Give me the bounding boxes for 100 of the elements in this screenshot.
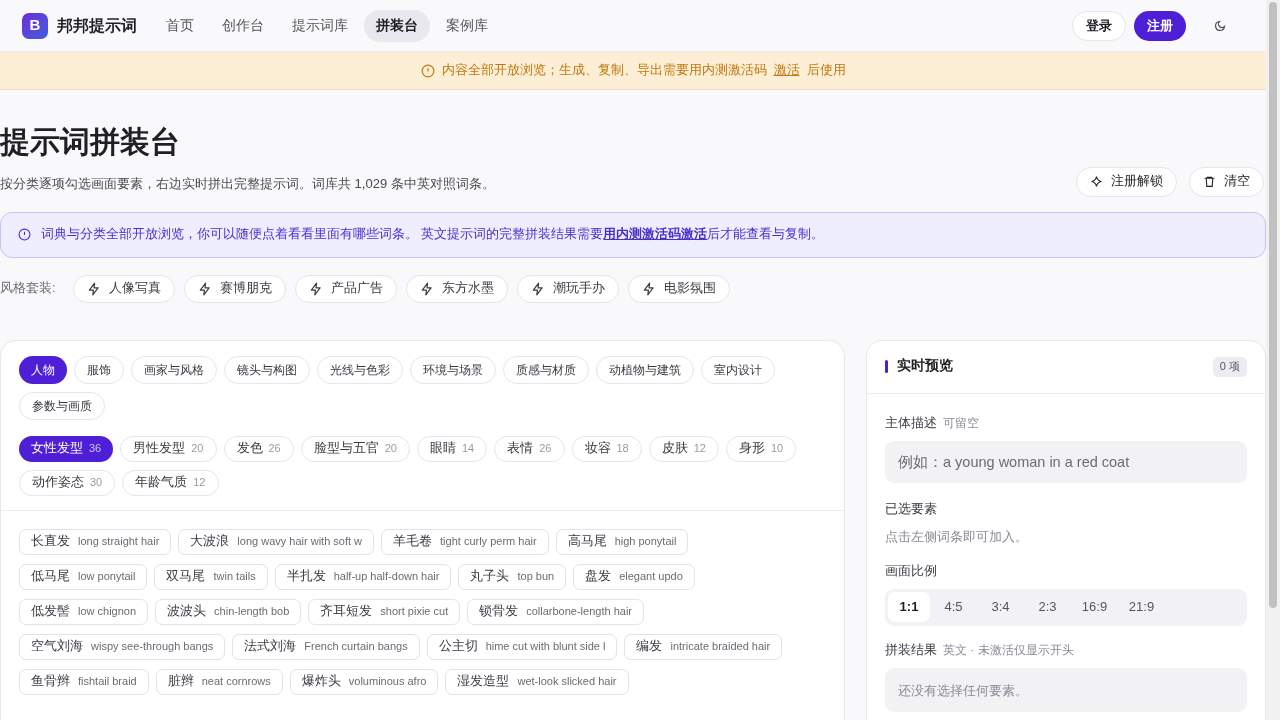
ratio-option[interactable]: 16:9 [1071,592,1118,622]
lightning-icon [309,281,324,296]
term-english: tight curly perm hair [440,534,537,550]
empty-hint: 点击左侧词条即可加入。 [885,529,1029,546]
category-tab[interactable]: 参数与画质 [19,391,105,420]
subcategory-tab[interactable]: 动作姿态 30 [19,469,116,496]
term-english: short pixie cut [380,604,449,620]
subcategory-tab[interactable]: 脸型与五官 20 [300,435,410,462]
count-label: 20 [384,441,397,457]
field-hint: 可留空 [943,414,979,432]
term-chip[interactable]: 羊毛卷 tight curly perm hair [381,528,549,555]
term-chip[interactable]: 锁骨发 collarbone-length hair [467,598,644,625]
category-tab[interactable]: 光线与色彩 [317,355,403,384]
subcategory-tab[interactable]: 年龄气质 12 [122,469,219,496]
login-button[interactable]: 登录 [1072,10,1126,41]
ratio-option[interactable]: 21:9 [1118,592,1165,622]
preset-chip[interactable]: 赛博朋克 [184,274,287,303]
clear-button[interactable]: 清空 [1189,166,1264,197]
preset-chip[interactable]: 人像写真 [73,274,176,303]
subcategory-tab[interactable]: 男性发型 20 [120,435,217,462]
preset-chip[interactable]: 潮玩手办 [517,274,620,303]
ratio-option[interactable]: 3:4 [977,592,1024,622]
term-chip[interactable]: 长直发 long straight hair [19,528,172,555]
moon-icon[interactable] [1214,19,1226,32]
presets-label: 风格套装: [0,280,56,298]
nav-link[interactable]: 首页 [154,9,206,42]
term-chip[interactable]: 双马尾 twin tails [154,563,268,590]
ratio-option[interactable]: 1:1 [888,592,930,622]
category-tab[interactable]: 质感与材质 [503,355,589,384]
category-tab[interactable]: 画家与风格 [131,355,217,384]
unlock-button[interactable]: 注册解锁 [1076,166,1177,197]
term-chip[interactable]: 高马尾 high ponytail [555,528,689,555]
field-label: 主体描述 [885,414,937,432]
ratio-option[interactable]: 2:3 [1024,592,1071,622]
term-english: long straight hair [78,534,160,550]
nav-link[interactable]: 创作台 [210,9,276,42]
term-chip[interactable]: 爆炸头 voluminous afro [289,668,439,695]
category-tab[interactable]: 镜头与构图 [224,355,310,384]
preset-chip[interactable]: 产品广告 [295,274,398,303]
nav-link[interactable]: 提示词库 [280,9,360,42]
nav-link[interactable]: 案例库 [434,9,500,42]
count-label: 12 [693,441,706,457]
term-english: wet-look slicked hair [517,674,617,690]
category-tab[interactable]: 人物 [19,355,67,384]
term-chip[interactable]: 波波头 chin-length bob [155,598,302,625]
term-chip[interactable]: 半扎发 half-up half-down hair [274,563,452,590]
nav-link[interactable]: 拼装台 [364,9,430,42]
term-chip[interactable]: 大波浪 long wavy hair with soft w [178,528,375,555]
subcategory-tab[interactable]: 皮肤 12 [648,435,719,462]
activate-link[interactable]: 用内测激活码激活 [603,227,708,242]
term-chip[interactable]: 公主切 hime cut with blunt side l [426,633,618,660]
ratio-option[interactable]: 4:5 [930,592,977,622]
count-label: 36 [89,441,102,457]
count-label: 26 [539,441,552,457]
category-tab[interactable]: 动植物与建筑 [596,355,694,384]
subcategory-tab[interactable]: 眼睛 14 [417,435,488,462]
term-chip[interactable]: 鱼骨辫 fishtail braid [19,668,149,695]
term-chip[interactable]: 丸子头 top bun [458,563,567,590]
category-tab[interactable]: 服饰 [74,355,124,384]
lightning-icon [642,281,657,296]
term-chip[interactable]: 脏辫 neat cornrows [155,668,283,695]
term-chip[interactable]: 空气刘海 wispy see-through bangs [19,633,226,660]
term-chip[interactable]: 法式刘海 French curtain bangs [232,633,420,660]
scrollbar-thumb[interactable] [1269,2,1277,608]
field-hint: 英文 · 未激活仅显示开头 [943,641,1074,659]
category-tab[interactable]: 室内设计 [701,355,775,384]
term-chip[interactable]: 湿发造型 wet-look slicked hair [445,668,629,695]
term-chip[interactable]: 盘发 elegant updo [573,563,695,590]
info-icon [420,63,435,78]
subcategory-tab[interactable]: 发色 26 [223,435,294,462]
term-chip[interactable]: 低发髻 low chignon [19,598,149,625]
count-label: 14 [462,441,475,457]
info-text: 词典与分类全部开放浏览，你可以随便点着看看里面有哪些词条。 英文提示词的完整拼装结果需要用内测激活码激活后才能查看与复制。 [41,226,825,244]
preset-chip[interactable]: 东方水墨 [406,274,509,303]
term-chip[interactable]: 齐耳短发 short pixie cut [308,598,461,625]
preset-chip[interactable]: 电影氛围 [628,274,731,303]
scrollbar[interactable] [1266,0,1280,720]
subcategory-tab[interactable]: 表情 26 [494,435,565,462]
term-english: twin tails [213,569,256,585]
info-icon [18,228,31,241]
register-button[interactable]: 注册 [1134,10,1186,41]
field-label: 已选要素 [885,501,938,519]
term-english: intricate braided hair [670,639,771,655]
term-english: low chignon [78,604,137,620]
subject-input[interactable]: 例如：a young woman in a red coat [885,441,1247,484]
accent-bar [885,360,888,373]
trash-icon [1203,175,1216,188]
lightning-icon [87,281,102,296]
page-title: 提示词拼装台 [0,124,181,160]
term-english: top bun [517,569,555,585]
subcategory-tab[interactable]: 女性发型 36 [19,435,114,462]
count-label: 18 [616,441,629,457]
term-english: French curtain bangs [304,639,408,655]
term-chip[interactable]: 编发 intricate braided hair [624,633,783,660]
category-tab[interactable]: 环境与场景 [410,355,496,384]
subcategory-tab[interactable]: 身形 10 [726,435,797,462]
term-chip[interactable]: 低马尾 low ponytail [19,563,148,590]
subcategory-tab[interactable]: 妆容 18 [571,435,642,462]
term-english: voluminous afro [348,674,427,690]
count-badge: 0 项 [1212,356,1247,377]
